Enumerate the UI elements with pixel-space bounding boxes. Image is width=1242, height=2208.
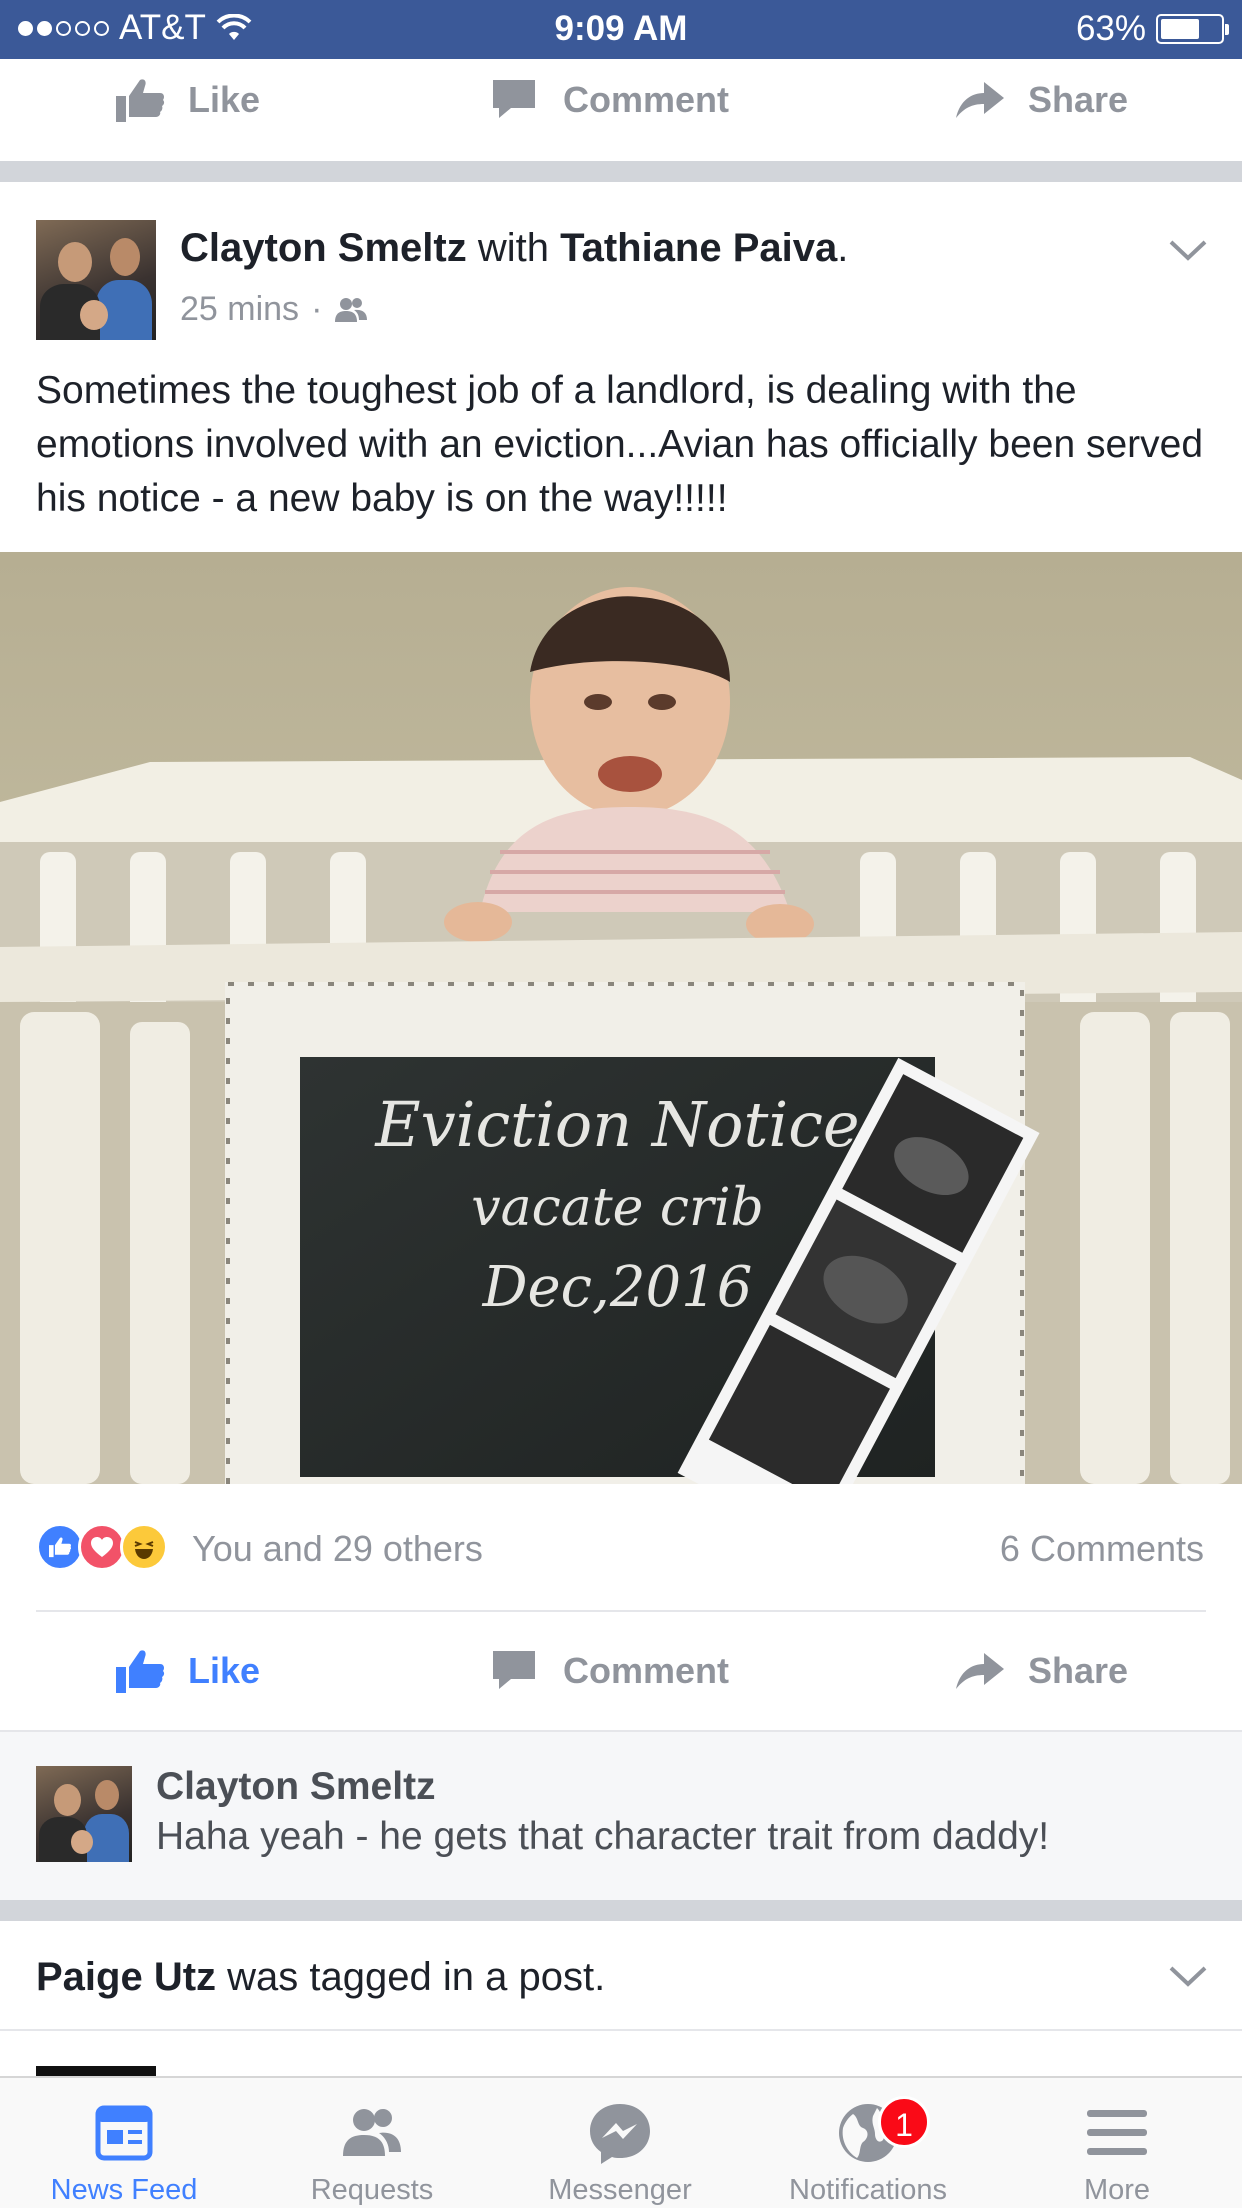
like-label: Like [188, 1650, 261, 1691]
comment-author[interactable]: Clayton Smeltz [156, 1765, 436, 1809]
notifications-badge: 1 [878, 2096, 930, 2148]
tab-more[interactable]: More [992, 2078, 1242, 2208]
thumbs-up-icon [116, 79, 165, 122]
author-name[interactable]: Clayton Smeltz [180, 226, 467, 270]
comment-bubble-icon [493, 1651, 535, 1689]
like-button[interactable]: Like [114, 1647, 260, 1695]
love-reaction-icon [78, 1523, 126, 1571]
battery-percent: 63% [1075, 9, 1146, 48]
comment-label: Comment [563, 1650, 730, 1691]
photo-illustration [0, 552, 1242, 1484]
chalkboard-text: Eviction Notice vacate crib Dec,2016 [300, 1082, 935, 1328]
author-line-period: . [837, 226, 849, 270]
status-bar: AT&T 9:09 AM 63% [0, 0, 1242, 59]
tagged-name[interactable]: Tathiane Paiva [560, 226, 837, 270]
post-author-line: Clayton Smeltz with Tathiane Paiva. [180, 226, 848, 271]
friend-requests-icon [343, 2109, 401, 2156]
comment-button[interactable]: Comment [489, 1647, 729, 1695]
like-button-previous[interactable]: Like [114, 76, 260, 124]
chalkboard-line-3: Dec,2016 [482, 1255, 753, 1320]
reactions-summary[interactable]: You and 29 others [192, 1528, 483, 1570]
haha-reaction-icon [120, 1523, 168, 1571]
share-arrow-icon [956, 82, 1004, 118]
next-story-header: Paige Utz was tagged in a post. [36, 1955, 605, 2000]
with-word: with [477, 226, 549, 270]
share-label: Share [1028, 1650, 1129, 1691]
comment-top-border [0, 1730, 1242, 1732]
feed-separator [0, 161, 1242, 182]
tab-requests[interactable]: Requests [248, 2078, 496, 2208]
like-label: Like [188, 79, 261, 120]
author-avatar[interactable] [36, 220, 156, 340]
tab-label: News Feed [50, 2174, 198, 2206]
tab-label: More [1083, 2174, 1151, 2206]
share-arrow-icon [956, 1653, 1004, 1689]
next-story-avatar-peek [36, 2066, 156, 2076]
post-options-chevron-icon[interactable] [1168, 238, 1208, 264]
share-button-previous[interactable]: Share [954, 76, 1128, 124]
news-feed-icon [95, 2105, 153, 2161]
tab-label: Requests [310, 2174, 434, 2206]
thumbs-up-icon [116, 1650, 165, 1693]
tab-bar: News Feed Requests Messenger 1 Notificat… [0, 2076, 1242, 2208]
share-label: Share [1028, 79, 1129, 120]
tab-label: Messenger [548, 2174, 692, 2206]
comment-label: Comment [563, 79, 730, 120]
post-text: Sometimes the toughest job of a landlord… [36, 369, 1204, 520]
clock: 9:09 AM [554, 9, 688, 48]
comments-count[interactable]: 6 Comments [1000, 1528, 1204, 1570]
next-story-divider [0, 2029, 1242, 2031]
share-button[interactable]: Share [954, 1647, 1128, 1695]
tab-label: Notifications [789, 2174, 947, 2206]
tagged-story-text: was tagged in a post. [227, 1955, 606, 1999]
post-meta: 25 mins · [180, 290, 368, 329]
feed-separator-2 [0, 1900, 1242, 1921]
friends-icon [335, 297, 368, 322]
battery-icon [1156, 14, 1229, 44]
like-reaction-icon [36, 1523, 84, 1571]
battery-status: 63% [1075, 9, 1229, 49]
reaction-icons[interactable] [36, 1523, 168, 1571]
chalkboard-line-1: Eviction Notice [375, 1088, 860, 1161]
comment-bubble-icon [493, 80, 535, 118]
comment-text: Haha yeah - he gets that character trait… [156, 1815, 1050, 1858]
meta-separator: · [311, 290, 323, 328]
post-timestamp[interactable]: 25 mins [180, 290, 299, 329]
chalkboard-line-2: vacate crib [471, 1178, 764, 1238]
post-photo[interactable]: Eviction Notice vacate crib Dec,2016 [0, 552, 1242, 1484]
tab-news-feed[interactable]: News Feed [0, 2078, 248, 2208]
commenter-avatar[interactable] [36, 1766, 132, 1862]
next-story-options-chevron-icon[interactable] [1168, 1964, 1208, 1990]
messenger-icon [590, 2104, 650, 2164]
tagged-person-name[interactable]: Paige Utz [36, 1955, 216, 1999]
comment-button-previous[interactable]: Comment [489, 76, 729, 124]
tab-notifications[interactable]: 1 Notifications [744, 2078, 992, 2208]
reactions-divider [36, 1610, 1206, 1612]
menu-icon [1087, 2110, 1147, 2155]
tab-messenger[interactable]: Messenger [496, 2078, 744, 2208]
